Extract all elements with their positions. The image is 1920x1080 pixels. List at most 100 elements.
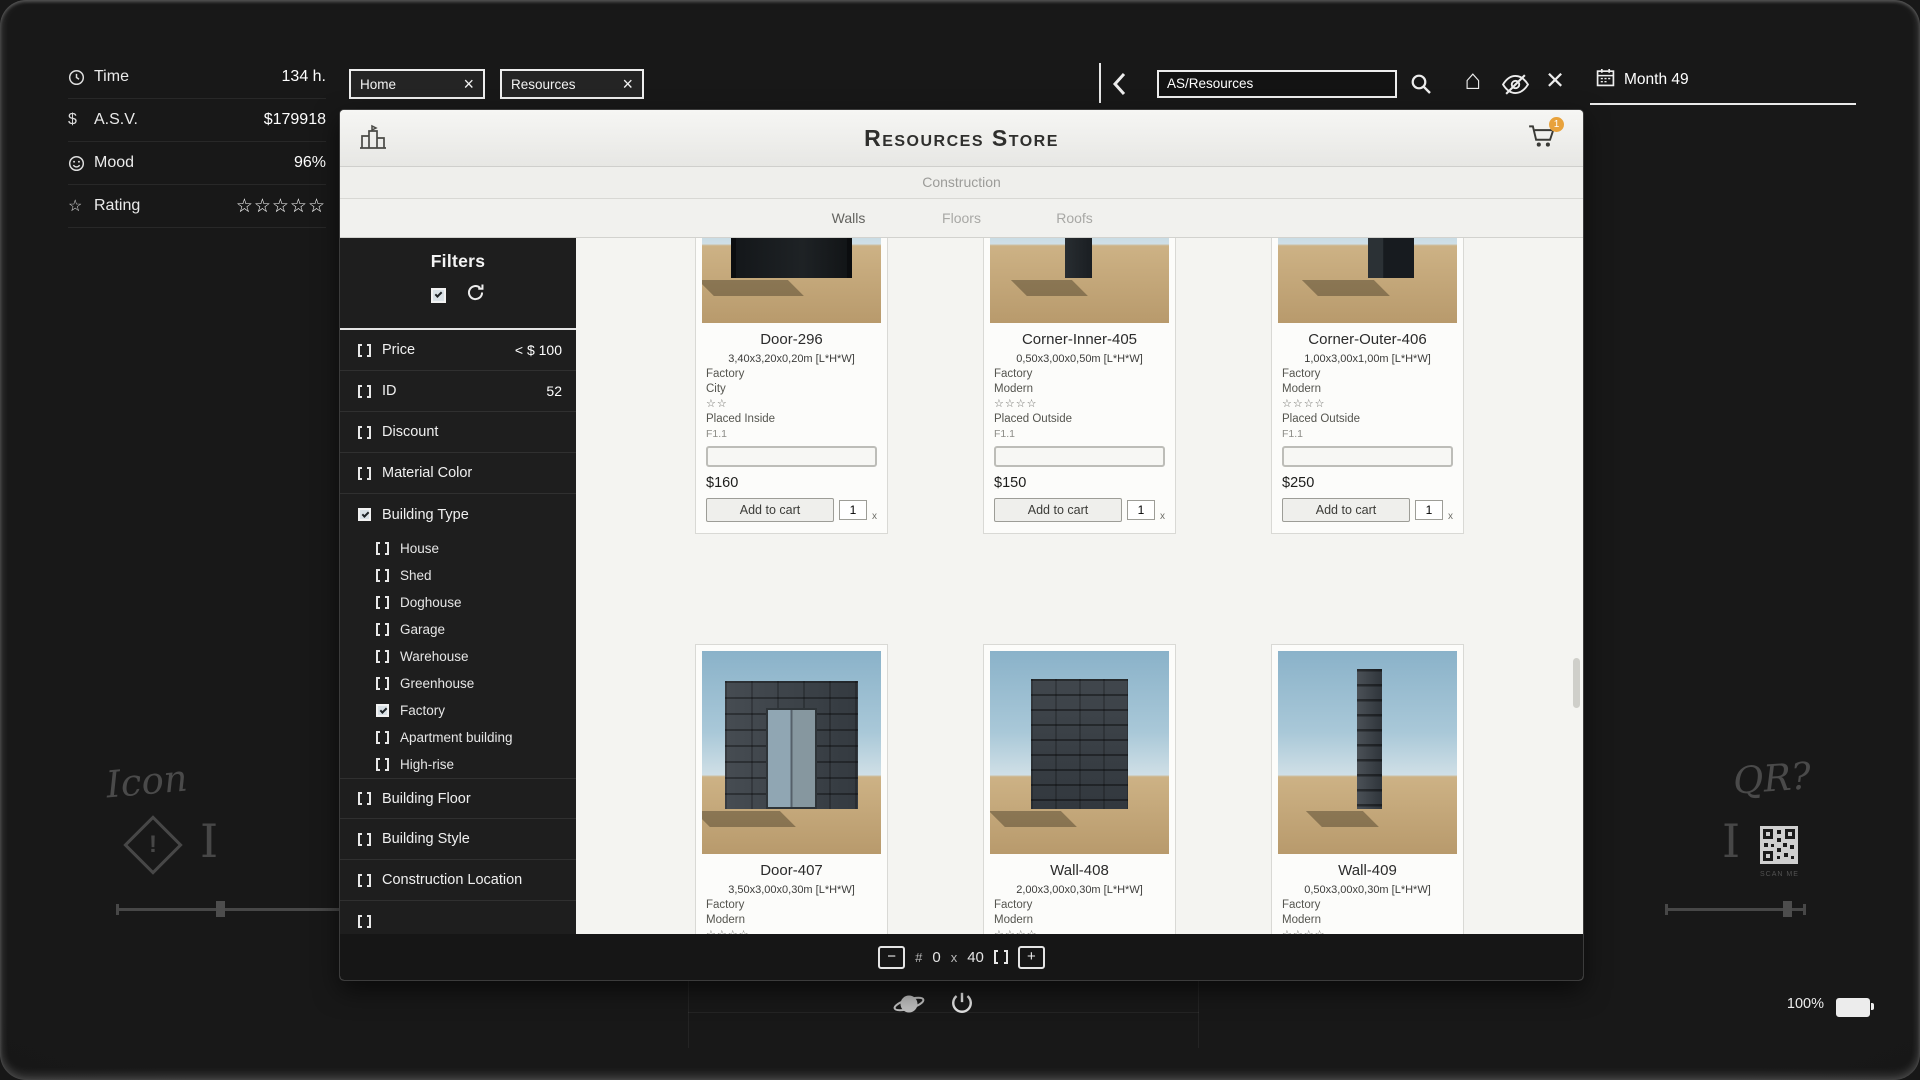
store-category: Construction: [340, 167, 1583, 199]
blueprint-line: [1198, 978, 1199, 1048]
filter-construction-location[interactable]: Construction Location: [340, 860, 576, 901]
checkbox-icon[interactable]: [358, 915, 371, 928]
checkbox-icon[interactable]: [376, 569, 389, 582]
store-body: Filters Price< $ 100 ID52 Discount Mater…: [340, 238, 1583, 934]
stat-asv-value: $179918: [264, 111, 326, 129]
product-text-input[interactable]: [706, 446, 877, 467]
product-image: [702, 238, 881, 323]
decor-qr-code: SCAN ME: [1760, 826, 1799, 878]
page-select-icon[interactable]: [994, 950, 1008, 964]
checkbox-icon[interactable]: [376, 542, 389, 555]
checkbox-icon[interactable]: [376, 623, 389, 636]
refresh-icon[interactable]: [466, 283, 485, 307]
product-style: Modern: [1282, 383, 1463, 395]
quantity-suffix: x: [1160, 511, 1165, 522]
filter-house[interactable]: House: [340, 535, 576, 562]
page-prev-button[interactable]: −: [878, 946, 905, 969]
mood-icon: [68, 155, 94, 172]
eye-off-icon[interactable]: [1501, 73, 1529, 95]
cart-button[interactable]: 1: [1527, 123, 1557, 154]
product-text-input[interactable]: [994, 446, 1165, 467]
product-name: Door-407: [696, 862, 887, 879]
checkbox-icon[interactable]: [358, 874, 371, 887]
close-window-icon[interactable]: ×: [1542, 62, 1568, 98]
checkbox-icon[interactable]: [358, 385, 371, 398]
tab-floors[interactable]: Floors: [905, 210, 1018, 226]
filter-building-type[interactable]: Building Type: [340, 494, 576, 535]
back-button[interactable]: [1110, 71, 1128, 97]
product-name: Wall-409: [1272, 862, 1463, 879]
tab-resources-label: Resources: [511, 77, 576, 92]
quantity-input[interactable]: [1415, 500, 1443, 520]
checkbox-icon[interactable]: [358, 344, 371, 357]
filter-material-color[interactable]: Material Color: [340, 453, 576, 494]
store-tab-bar: Walls Floors Roofs: [340, 199, 1583, 238]
address-bar[interactable]: AS/Resources: [1157, 70, 1397, 98]
product-style: Modern: [994, 383, 1175, 395]
product-placement: Placed Inside: [706, 413, 887, 425]
filter-factory[interactable]: Factory: [340, 697, 576, 724]
checkbox-icon[interactable]: [358, 792, 371, 805]
add-to-cart-button[interactable]: Add to cart: [1282, 498, 1410, 522]
filter-apartment-building[interactable]: Apartment building: [340, 724, 576, 751]
product-dimensions: 1,00x3,00x1,00m [L*H*W]: [1272, 353, 1463, 365]
blueprint-line: [688, 978, 689, 1048]
checkbox-icon[interactable]: [376, 758, 389, 771]
quantity-input[interactable]: [1127, 500, 1155, 520]
filter-row-partial[interactable]: [340, 901, 576, 934]
calendar-icon: [1596, 68, 1615, 92]
scrollbar-thumb[interactable]: [1573, 658, 1580, 708]
product-type: Factory: [1282, 368, 1463, 380]
tab-home[interactable]: Home ×: [349, 69, 485, 99]
checkbox-icon[interactable]: [376, 596, 389, 609]
filter-garage[interactable]: Garage: [340, 616, 576, 643]
product-image: [990, 238, 1169, 323]
decor-slider-handle: [1783, 901, 1792, 917]
product-image: [990, 651, 1169, 854]
checkbox-icon[interactable]: [376, 677, 389, 690]
quantity-input[interactable]: [839, 500, 867, 520]
planet-icon[interactable]: [892, 988, 926, 1025]
add-to-cart-button[interactable]: Add to cart: [706, 498, 834, 522]
tab-home-close-icon[interactable]: ×: [453, 75, 474, 93]
filter-building-floor[interactable]: Building Floor: [340, 778, 576, 819]
tab-walls[interactable]: Walls: [792, 210, 905, 226]
quantity-suffix: x: [872, 511, 877, 522]
blueprint-line: [688, 1012, 1199, 1013]
search-icon[interactable]: [1408, 71, 1434, 97]
checkbox-icon[interactable]: [376, 650, 389, 663]
product-rating: ☆☆☆☆: [994, 928, 1175, 934]
filter-doghouse[interactable]: Doghouse: [340, 589, 576, 616]
filter-id[interactable]: ID52: [340, 371, 576, 412]
checkbox-icon[interactable]: [358, 467, 371, 480]
checkbox-checked-icon[interactable]: [376, 704, 389, 717]
power-icon[interactable]: [948, 990, 976, 1023]
add-to-cart-button[interactable]: Add to cart: [994, 498, 1122, 522]
quantity-suffix: x: [1448, 511, 1453, 522]
home-icon[interactable]: ⌂: [1459, 62, 1487, 98]
filter-high-rise[interactable]: High-rise: [340, 751, 576, 778]
tab-resources-close-icon[interactable]: ×: [612, 75, 633, 93]
checkbox-checked-icon[interactable]: [358, 508, 371, 521]
filters-list: Price< $ 100 ID52 Discount Material Colo…: [340, 330, 576, 934]
filter-warehouse[interactable]: Warehouse: [340, 643, 576, 670]
filter-greenhouse[interactable]: Greenhouse: [340, 670, 576, 697]
filter-shed[interactable]: Shed: [340, 562, 576, 589]
tab-resources[interactable]: Resources ×: [500, 69, 644, 99]
stat-time: Time 134 h.: [68, 56, 326, 99]
filters-master-checkbox[interactable]: [431, 288, 446, 303]
checkbox-icon[interactable]: [376, 731, 389, 744]
month-display: Month 49: [1596, 68, 1689, 92]
product-text-input[interactable]: [1282, 446, 1453, 467]
page-current: 0: [932, 949, 940, 966]
checkbox-icon[interactable]: [358, 833, 371, 846]
store-header: Resources Store 1: [340, 110, 1583, 167]
filter-discount[interactable]: Discount: [340, 412, 576, 453]
battery-icon: [1836, 998, 1870, 1017]
tab-roofs[interactable]: Roofs: [1018, 210, 1131, 226]
dollar-icon: $: [68, 111, 94, 129]
filter-building-style[interactable]: Building Style: [340, 819, 576, 860]
filter-price[interactable]: Price< $ 100: [340, 330, 576, 371]
page-next-button[interactable]: +: [1018, 946, 1045, 969]
checkbox-icon[interactable]: [358, 426, 371, 439]
